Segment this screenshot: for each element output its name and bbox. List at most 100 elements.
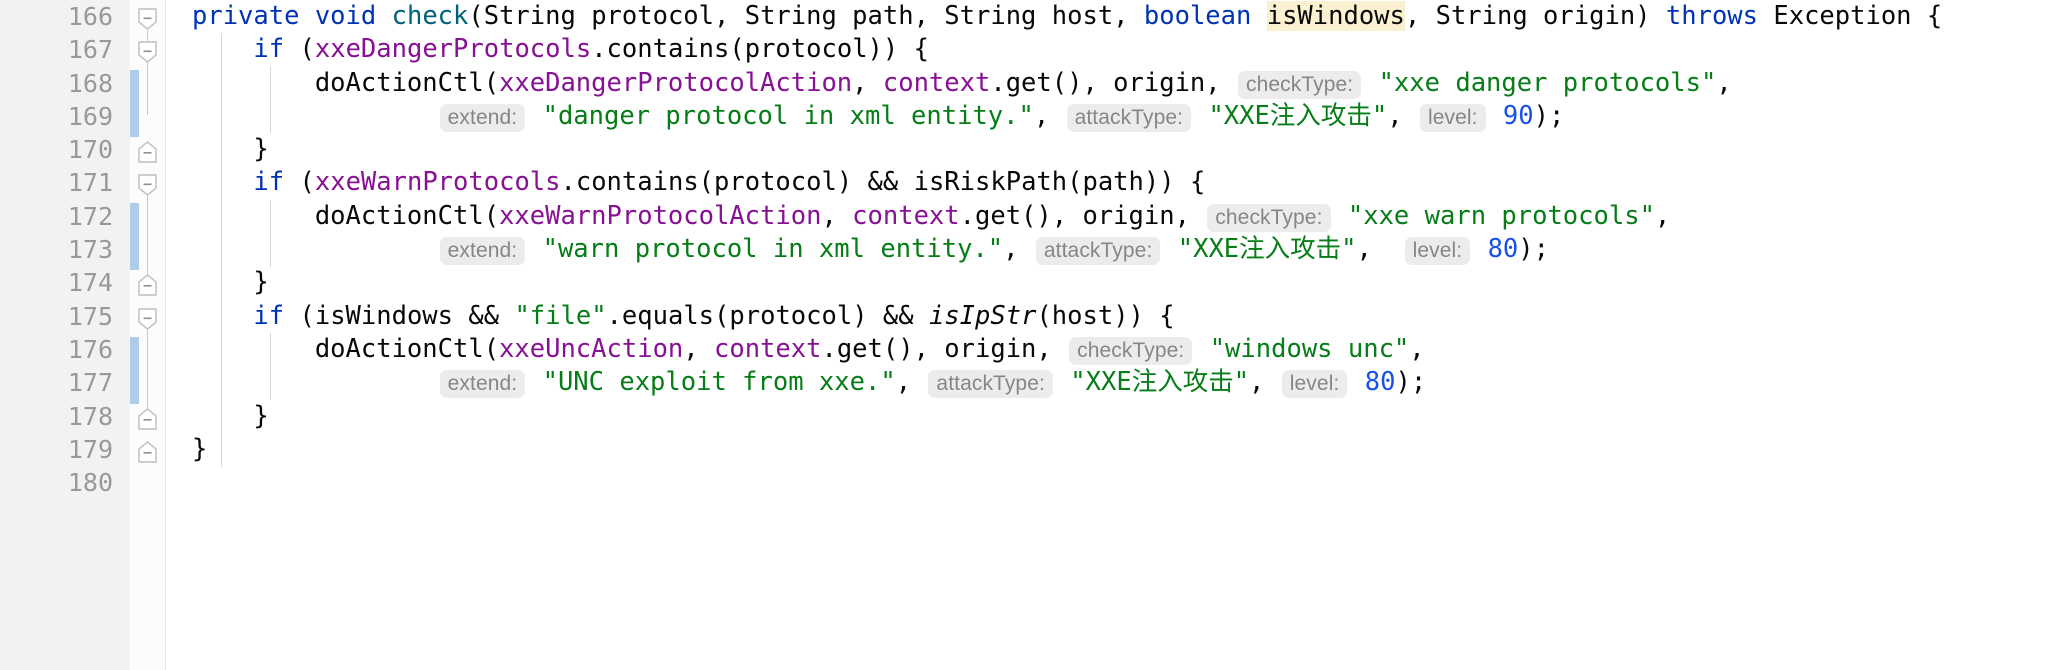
fold-collapse-end-icon[interactable] (138, 408, 157, 430)
highlighted-identifier: isWindows (1266, 1, 1405, 31)
code-token: , (1716, 67, 1732, 98)
keyword-token: if (253, 167, 285, 198)
inlay-parameter-hint: attackType: (928, 370, 1053, 399)
field-token: context (714, 333, 822, 364)
code-content-area[interactable]: private void check(String protocol, Stri… (166, 0, 2058, 670)
inlay-parameter-hint: level: (1404, 237, 1471, 266)
code-line[interactable]: doActionCtl(xxeUncAction, context.get(),… (166, 333, 2058, 366)
fold-collapse-end-icon[interactable] (138, 441, 157, 463)
code-token: } (192, 134, 269, 165)
inlay-parameter-hint: extend: (439, 237, 526, 266)
field-token: xxeWarnProtocolAction (499, 200, 822, 231)
line-number: 177 (67, 368, 113, 398)
line-number: 178 (67, 401, 113, 431)
indent-guide (221, 433, 222, 467)
line-number: 172 (67, 201, 113, 231)
code-line[interactable]: if (xxeDangerProtocols.contains(protocol… (166, 33, 2058, 66)
line-number: 166 (67, 2, 113, 31)
code-line[interactable]: extend: "UNC exploit from xxe.", attackT… (166, 366, 2058, 399)
inlay-parameter-hint: checkType: (1207, 203, 1331, 232)
code-token: .equals(protocol) && (606, 300, 929, 331)
code-token: (String protocol, String path, String ho… (468, 1, 1144, 31)
code-token: ); (1395, 367, 1427, 398)
line-number-gutter[interactable]: 166 167 168 169 170 171 172 173 174 175 176 177 178 1… (0, 0, 130, 670)
code-line[interactable]: doActionCtl(xxeWarnProtocolAction, conte… (166, 200, 2058, 233)
code-token: .get(), origin, (959, 200, 1206, 231)
number-literal: 80 (1364, 367, 1396, 398)
inlay-parameter-hint: extend: (439, 370, 526, 399)
inlay-parameter-hint: level: (1281, 370, 1348, 399)
code-line[interactable]: } (166, 400, 2058, 433)
code-token: doActionCtl( (192, 67, 500, 98)
keyword-token: throws (1665, 1, 1759, 31)
code-line[interactable]: } (166, 133, 2058, 166)
fold-collapse-end-icon[interactable] (138, 141, 157, 163)
code-line[interactable]: if (isWindows && "file".equals(protocol)… (166, 300, 2058, 333)
code-token: isIpStr (928, 300, 1037, 331)
indent-guide (270, 66, 271, 133)
code-token: , (1356, 234, 1403, 265)
fold-collapse-start-icon[interactable] (138, 41, 157, 63)
code-line[interactable]: doActionCtl(xxeDangerProtocolAction, con… (166, 67, 2058, 100)
indent-guide (221, 33, 222, 433)
field-token: xxeDangerProtocolAction (499, 67, 853, 98)
code-line[interactable]: } (166, 266, 2058, 299)
code-line[interactable]: extend: "danger protocol in xml entity."… (166, 100, 2058, 133)
field-token: context (882, 67, 991, 98)
code-token: ( (284, 34, 315, 65)
inlay-parameter-hint: attackType: (1035, 237, 1161, 266)
fold-collapse-end-icon[interactable] (138, 274, 157, 296)
code-token: , (1387, 100, 1418, 131)
code-line[interactable]: } (166, 433, 2058, 466)
field-token: xxeDangerProtocols (314, 34, 592, 65)
code-token: , String origin) (1404, 1, 1666, 31)
code-line[interactable] (166, 466, 2058, 499)
code-token: , (1409, 333, 1425, 364)
string-literal: "warn protocol in xml entity." (542, 234, 1004, 265)
fold-collapse-start-icon[interactable] (138, 174, 157, 196)
code-token: , (1249, 367, 1280, 398)
vcs-change-bar[interactable] (130, 70, 139, 137)
string-literal: "XXE注入攻击" (1177, 234, 1357, 265)
fold-collapse-start-icon[interactable] (138, 308, 157, 330)
field-token: context (852, 200, 960, 231)
code-token: .get(), origin, (821, 333, 1068, 364)
keyword-token: boolean (1143, 1, 1252, 31)
code-line[interactable]: if (xxeWarnProtocols.contains(protocol) … (166, 166, 2058, 199)
code-token: (host)) { (1036, 300, 1175, 331)
code-token: , (683, 333, 714, 364)
fold-and-change-marker-strip[interactable] (130, 0, 166, 670)
line-number: 174 (67, 268, 113, 298)
line-number: 168 (67, 68, 113, 98)
code-token: doActionCtl( (192, 200, 500, 231)
vcs-change-bar[interactable] (130, 203, 139, 270)
code-token: , (1003, 234, 1034, 265)
line-number: 175 (67, 301, 113, 331)
string-literal: "xxe danger protocols" (1378, 67, 1717, 98)
keyword-token: private (192, 1, 300, 31)
keyword-token: void (314, 1, 377, 31)
string-literal: "windows unc" (1209, 333, 1410, 364)
vcs-change-bar[interactable] (130, 337, 139, 404)
fold-collapse-start-icon[interactable] (138, 8, 157, 30)
code-token: ); (1518, 234, 1549, 265)
code-token: } (192, 433, 208, 464)
line-number: 171 (67, 168, 113, 198)
code-editor[interactable]: 166 167 168 169 170 171 172 173 174 175 176 177 178 1… (0, 0, 2058, 670)
code-line[interactable]: private void check(String protocol, Stri… (166, 0, 2058, 33)
code-token: .get(), origin, (990, 67, 1236, 98)
code-line[interactable]: extend: "warn protocol in xml entity.", … (166, 233, 2058, 266)
code-token: (isWindows && (284, 300, 515, 331)
